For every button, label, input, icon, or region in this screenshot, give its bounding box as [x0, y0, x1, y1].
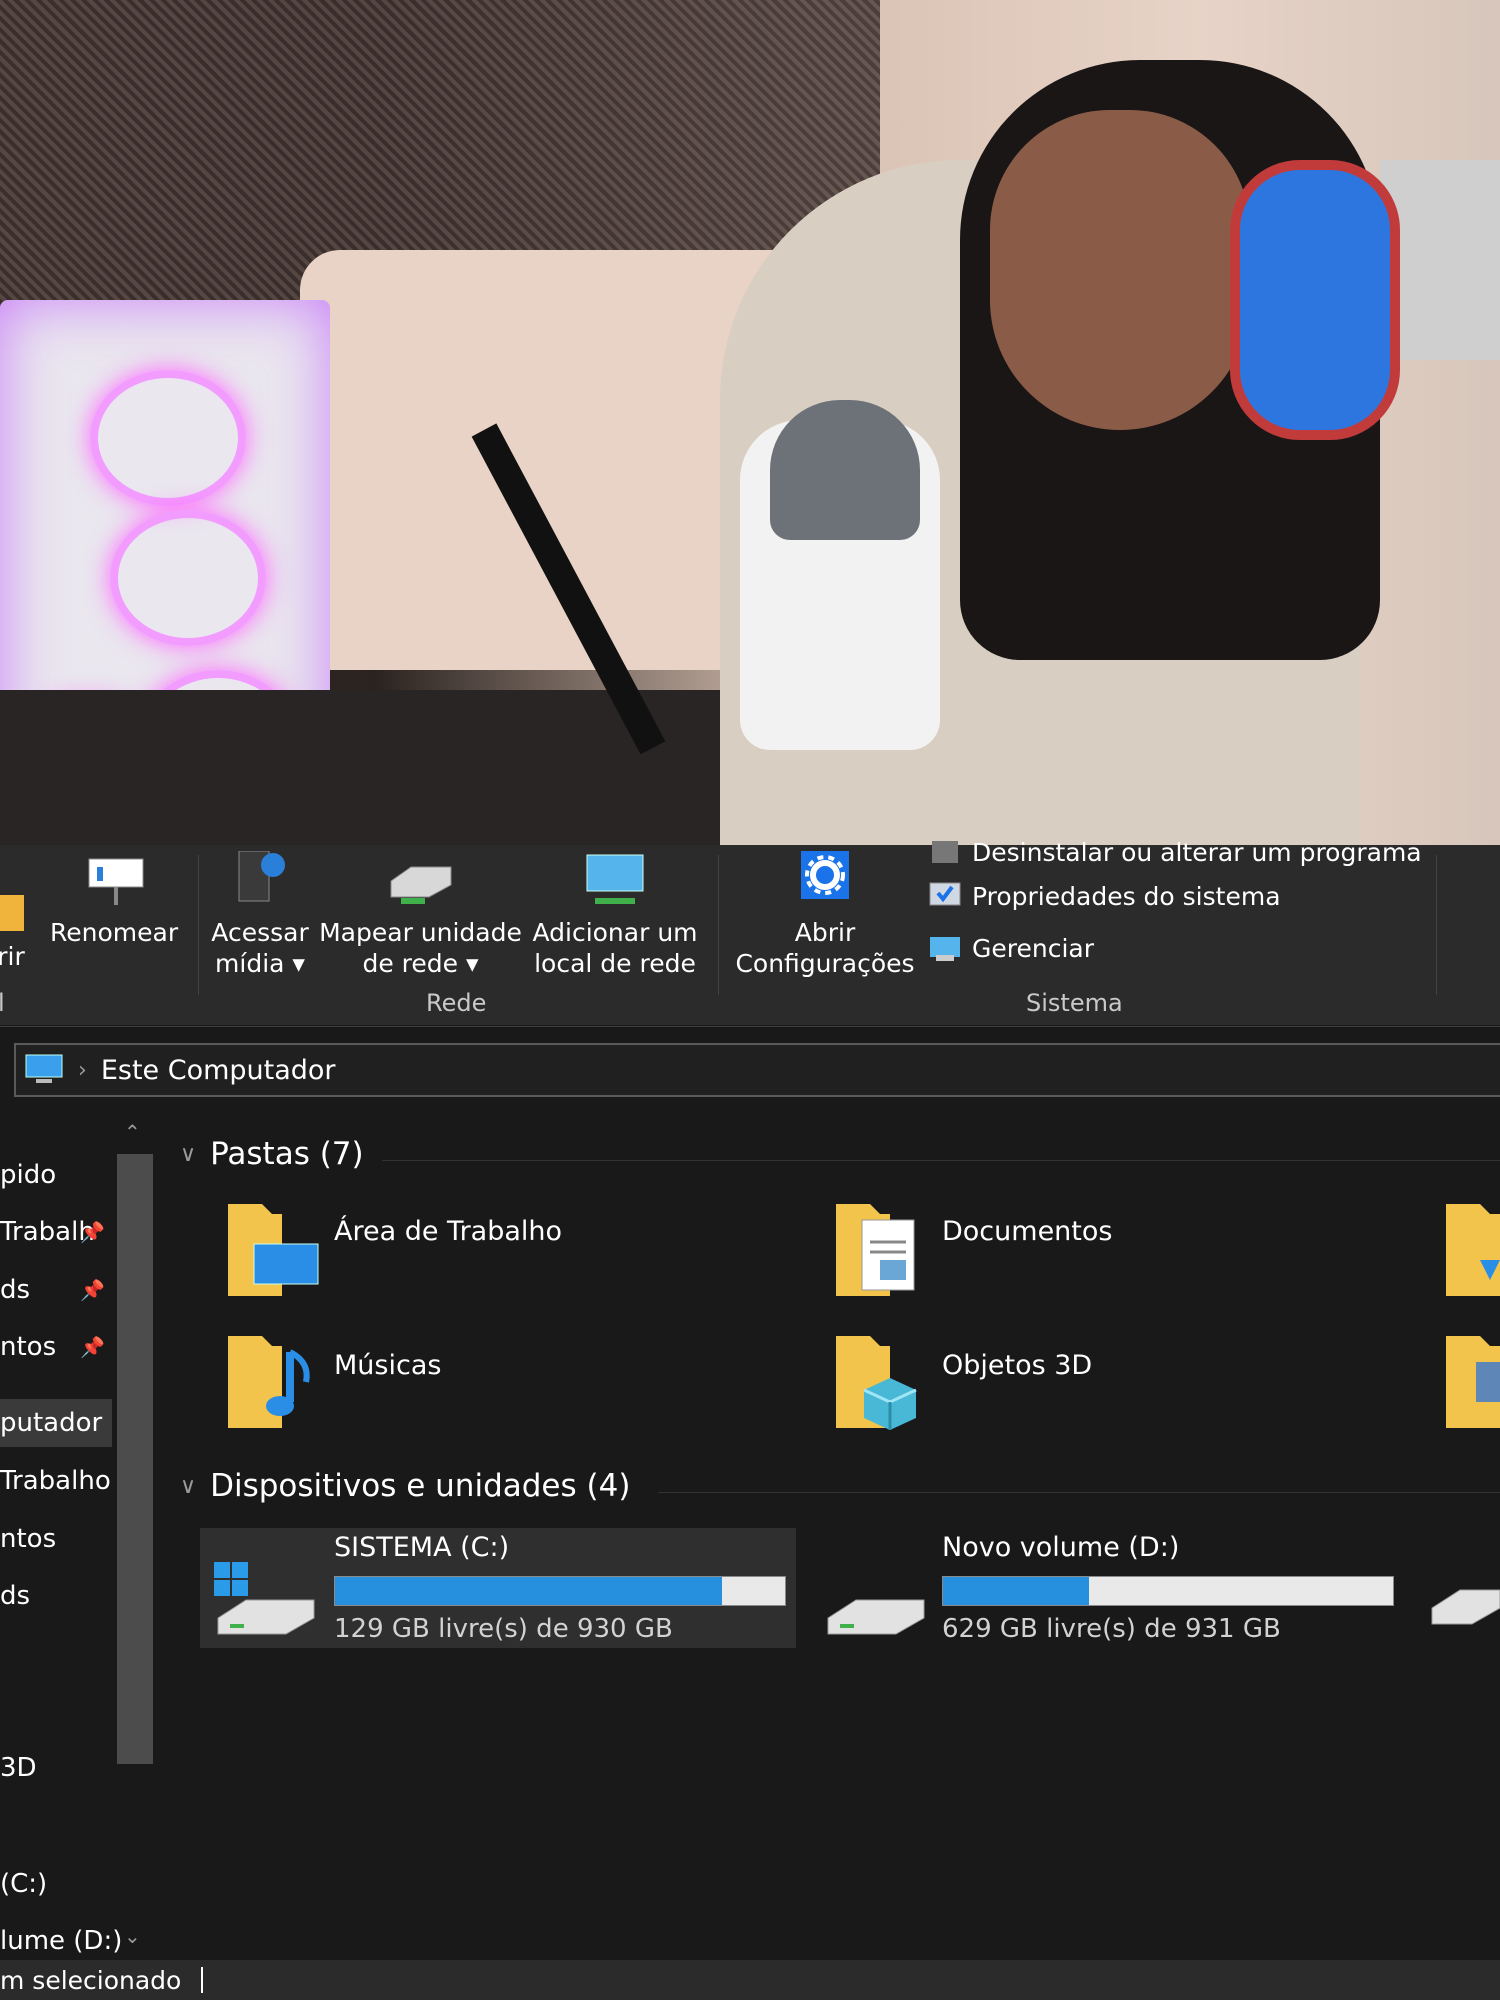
folder-tile-videos[interactable]: [1440, 1332, 1500, 1436]
drive-usage-fill: [335, 1577, 723, 1605]
nav-item-quick-access[interactable]: pido: [0, 1160, 56, 1190]
breadcrumb[interactable]: Este Computador: [101, 1055, 336, 1086]
headphone: [1230, 160, 1400, 440]
drive-usage-fill: [943, 1577, 1089, 1605]
network-location-icon: [586, 854, 644, 904]
rename-button[interactable]: Renomear: [50, 851, 178, 948]
group-label-system: Sistema: [1026, 989, 1123, 1017]
folder-label: Objetos 3D: [942, 1350, 1093, 1381]
media-icon: [238, 851, 285, 902]
uninstall-program-button[interactable]: Desinstalar ou alterar um programa: [928, 837, 1422, 867]
map-network-drive-button[interactable]: Mapear unidade de rede ▾: [318, 851, 523, 979]
person-face: [990, 110, 1250, 430]
system-properties-icon: [929, 882, 961, 906]
pin-icon: 📌: [80, 1335, 105, 1359]
ribbon-button-partial[interactable]: rir: [0, 891, 26, 972]
group-label-network: Rede: [426, 989, 487, 1017]
drive-free-space: 629 GB livre(s) de 931 GB: [942, 1614, 1281, 1644]
folder-tile-documents[interactable]: [830, 1200, 930, 1304]
desktop-folder-icon: [228, 1204, 319, 1296]
folder-tile-music[interactable]: [222, 1332, 322, 1436]
chevron-down-icon: ∨: [180, 1473, 197, 1499]
add-network-location-button[interactable]: Adicionar um local de rede: [530, 851, 700, 979]
devices-section-header[interactable]: ∨ Dispositivos e unidades (4): [180, 1468, 630, 1504]
chevron-down-icon: ∨: [180, 1141, 197, 1167]
address-bar[interactable]: › Este Computador: [14, 1043, 1500, 1097]
nav-item-downloads[interactable]: ds: [0, 1581, 30, 1611]
system-drive-icon: [214, 1562, 315, 1635]
nav-item-3d-objects[interactable]: 3D: [0, 1753, 37, 1783]
open-settings-button[interactable]: Abrir Configurações: [730, 851, 920, 979]
pin-icon: 📌: [80, 1278, 105, 1302]
group-label-partial: l: [0, 989, 5, 1017]
status-bar: m selecionado: [0, 1960, 1500, 2000]
music-folder-icon: [228, 1336, 310, 1428]
folder-icon: [0, 895, 24, 931]
rename-icon: [88, 858, 144, 905]
status-separator: [201, 1967, 204, 1993]
hard-drive-icon: [827, 1599, 925, 1635]
nav-item-desktop[interactable]: Trabalho: [0, 1466, 111, 1496]
folder-label: Documentos: [942, 1216, 1113, 1247]
webcam-feed: [0, 0, 1500, 845]
scroll-down-icon[interactable]: ⌄: [124, 1924, 141, 1948]
folder-tile-3d-objects[interactable]: [830, 1332, 930, 1436]
folder-label: Área de Trabalho: [334, 1216, 563, 1247]
drive-name: Novo volume (D:): [942, 1532, 1180, 1563]
content-pane: ∨ Pastas (7) Área de Trabalho Documentos…: [160, 1110, 1500, 1960]
downloads-folder-icon: [1446, 1204, 1500, 1296]
nav-item-this-pc[interactable]: putador: [0, 1399, 112, 1447]
3d-objects-folder-icon: [836, 1336, 917, 1430]
documents-folder-icon: [836, 1204, 915, 1296]
ribbon: rir Renomear Acessar mídia ▾ Mapear unid…: [0, 838, 1500, 1025]
chevron-right-icon: ›: [78, 1057, 87, 1083]
scroll-up-icon[interactable]: ⌃: [124, 1120, 141, 1144]
access-media-button[interactable]: Acessar mídia ▾: [210, 851, 310, 979]
status-text: m selecionado: [0, 1965, 182, 1995]
drive-tile-c[interactable]: SISTEMA (C:) 129 GB livre(s) de 930 GB: [200, 1528, 796, 1648]
nav-item-drive-d[interactable]: lume (D:): [0, 1926, 122, 1956]
nav-item-documents-pinned[interactable]: ntos: [0, 1332, 56, 1362]
pin-icon: 📌: [80, 1220, 105, 1244]
nav-item-downloads-pinned[interactable]: ds: [0, 1275, 30, 1305]
scrollbar[interactable]: [115, 1150, 155, 1764]
folders-section-header[interactable]: ∨ Pastas (7): [180, 1136, 364, 1172]
network-drive-icon: [390, 866, 451, 904]
drive-usage-bar: [942, 1576, 1394, 1606]
system-properties-button[interactable]: Propriedades do sistema: [928, 881, 1281, 911]
manage-icon: [930, 937, 960, 961]
manage-button[interactable]: Gerenciar: [928, 933, 1094, 963]
computer-icon: [25, 1054, 63, 1083]
microphone: [740, 400, 940, 750]
uninstall-icon: [932, 841, 958, 863]
videos-folder-icon: [1446, 1336, 1500, 1428]
drive-free-space: 129 GB livre(s) de 930 GB: [334, 1614, 673, 1644]
drive-tile-d[interactable]: Novo volume (D:) 629 GB livre(s) de 931 …: [820, 1528, 1440, 1648]
drive-name: SISTEMA (C:): [334, 1532, 510, 1563]
scrollbar-thumb[interactable]: [117, 1154, 153, 1764]
nav-item-drive-c[interactable]: (C:): [0, 1869, 47, 1899]
folder-label: Músicas: [334, 1350, 442, 1381]
folder-tile-desktop[interactable]: [222, 1200, 322, 1304]
drive-tile-partial[interactable]: [1428, 1558, 1500, 1648]
gear-icon: [801, 851, 849, 899]
drive-usage-bar: [334, 1576, 786, 1606]
nav-item-documents[interactable]: ntos: [0, 1524, 56, 1554]
hard-drive-icon: [1431, 1589, 1500, 1625]
folder-tile-downloads[interactable]: [1440, 1200, 1500, 1304]
